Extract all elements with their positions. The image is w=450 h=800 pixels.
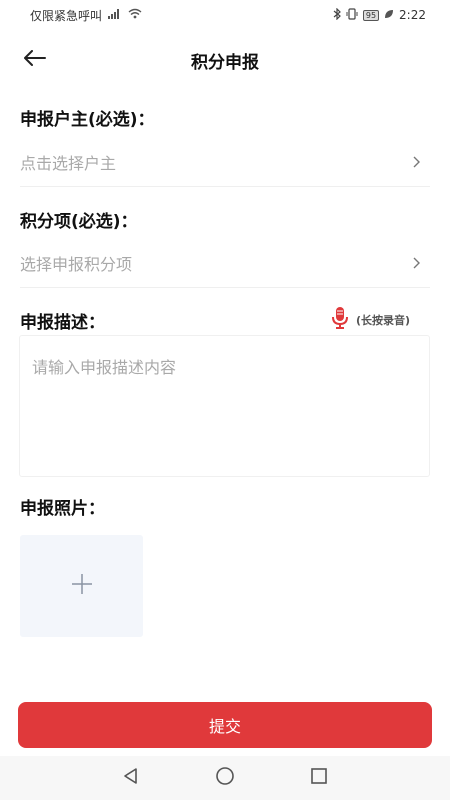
photo-label: 申报照片： <box>20 499 105 519</box>
status-left: 仅限紧急呼叫 <box>30 7 142 24</box>
owner-select[interactable]: 点击选择户主 <box>20 137 430 187</box>
voice-record-button[interactable]: (长按录音) <box>330 306 410 334</box>
description-placeholder: 请输入申报描述内容 <box>32 358 177 377</box>
header-bar: 积分申报 <box>0 38 450 82</box>
square-recents-icon <box>310 767 328 789</box>
item-select[interactable]: 选择申报积分项 <box>20 238 430 288</box>
battery-indicator: 95 <box>362 9 380 21</box>
arrow-left-icon <box>24 50 46 70</box>
nav-home-button[interactable] <box>213 766 237 790</box>
nav-recents-button[interactable] <box>307 766 331 790</box>
owner-label: 申报户主(必选)： <box>20 110 155 130</box>
voice-hint: (长按录音) <box>356 314 411 327</box>
owner-placeholder: 点击选择户主 <box>20 153 117 173</box>
microphone-icon <box>330 306 350 334</box>
submit-button[interactable]: 提交 <box>18 702 432 748</box>
chevron-right-icon <box>410 155 424 169</box>
desc-label: 申报描述： <box>20 313 105 333</box>
description-input[interactable]: 请输入申报描述内容 <box>19 335 430 477</box>
chevron-right-icon <box>410 256 424 270</box>
status-bar: 仅限紧急呼叫 95 2:22 <box>0 0 450 30</box>
system-nav-bar <box>0 756 450 800</box>
back-button[interactable] <box>20 46 50 74</box>
item-placeholder: 选择申报积分项 <box>20 254 133 274</box>
add-photo-button[interactable] <box>20 535 143 637</box>
carrier-text: 仅限紧急呼叫 <box>30 8 103 23</box>
item-label: 积分项(必选)： <box>20 212 138 232</box>
status-right: 95 2:22 <box>333 7 426 23</box>
circle-home-icon <box>215 766 235 790</box>
plus-icon <box>71 573 93 599</box>
page-title: 积分申报 <box>191 52 259 73</box>
triangle-back-icon <box>122 767 140 789</box>
bluetooth-icon <box>333 7 341 23</box>
vibrate-icon <box>346 7 358 23</box>
nav-back-button[interactable] <box>119 766 143 790</box>
wifi-icon <box>128 8 142 22</box>
status-time: 2:22 <box>399 8 426 22</box>
signal-icon <box>108 8 122 22</box>
leaf-icon <box>384 8 394 22</box>
